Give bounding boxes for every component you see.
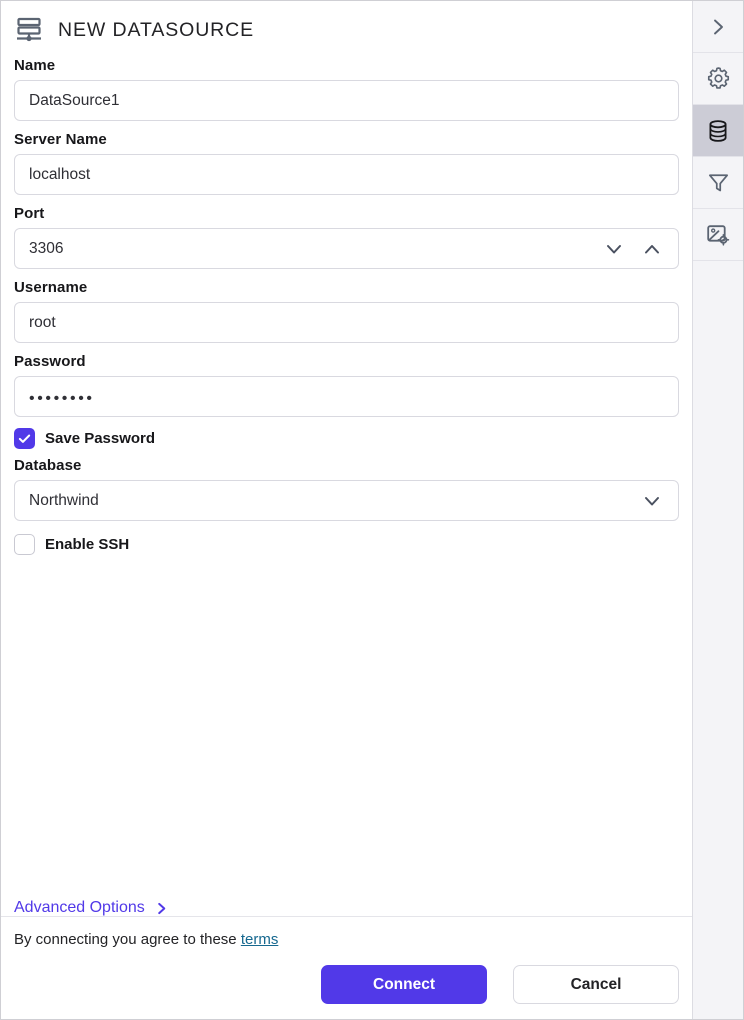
rail-item-filter[interactable]: [693, 157, 743, 209]
port-stepper: [604, 239, 664, 259]
chevron-down-icon[interactable]: [604, 239, 624, 259]
advanced-options-link[interactable]: Advanced Options: [14, 899, 168, 917]
database-select[interactable]: Northwind: [14, 480, 679, 521]
server-name-input[interactable]: localhost: [14, 154, 679, 195]
username-label: Username: [14, 279, 88, 296]
rail-item-settings[interactable]: [693, 53, 743, 105]
save-password-row[interactable]: Save Password: [14, 428, 679, 449]
port-value: 3306: [29, 239, 64, 257]
image-settings-icon: [705, 222, 731, 248]
datasource-form: Name DataSource1 Server Name localhost P…: [1, 57, 692, 555]
funnel-icon: [706, 170, 731, 195]
server-name-label: Server Name: [14, 131, 107, 148]
port-label: Port: [14, 205, 45, 222]
panel-header: NEW DATASOURCE: [1, 1, 692, 47]
terms-prefix: By connecting you agree to these: [14, 931, 237, 948]
field-username: Username root: [14, 279, 679, 343]
field-name: Name DataSource1: [14, 57, 679, 121]
password-input[interactable]: ••••••••: [14, 376, 679, 417]
cancel-button[interactable]: Cancel: [513, 965, 679, 1004]
page-title: NEW DATASOURCE: [58, 18, 255, 41]
gear-icon: [705, 65, 732, 92]
connect-button[interactable]: Connect: [321, 965, 487, 1004]
rail-item-datasource[interactable]: [693, 105, 743, 157]
datasource-stack-icon: [14, 15, 44, 45]
rail-item-expand[interactable]: [693, 1, 743, 53]
enable-ssh-row[interactable]: Enable SSH: [14, 534, 679, 555]
field-port: Port 3306: [14, 205, 679, 269]
rail-item-image-settings[interactable]: [693, 209, 743, 261]
right-rail: [692, 1, 743, 1019]
field-server-name: Server Name localhost: [14, 131, 679, 195]
password-value: ••••••••: [29, 389, 95, 407]
name-label: Name: [14, 57, 56, 74]
new-datasource-window: NEW DATASOURCE Name DataSource1 Server N…: [0, 0, 744, 1020]
advanced-options-label: Advanced Options: [14, 899, 145, 916]
password-label: Password: [14, 353, 86, 370]
enable-ssh-checkbox[interactable]: [14, 534, 35, 555]
field-database: Database Northwind: [14, 457, 679, 521]
enable-ssh-label: Enable SSH: [45, 536, 130, 553]
field-password: Password ••••••••: [14, 353, 679, 417]
username-value: root: [29, 313, 56, 331]
database-label: Database: [14, 457, 82, 474]
save-password-label: Save Password: [45, 430, 156, 447]
database-select-arrow[interactable]: [642, 491, 664, 511]
name-input[interactable]: DataSource1: [14, 80, 679, 121]
chevron-right-icon: [707, 16, 729, 38]
port-input[interactable]: 3306: [14, 228, 679, 269]
terms-link[interactable]: terms: [241, 931, 279, 948]
main-panel: NEW DATASOURCE Name DataSource1 Server N…: [1, 1, 692, 1019]
chevron-down-icon: [642, 491, 662, 511]
database-icon: [705, 118, 731, 144]
save-password-checkbox[interactable]: [14, 428, 35, 449]
username-input[interactable]: root: [14, 302, 679, 343]
chevron-right-icon: [155, 902, 168, 915]
footer-buttons: Connect Cancel: [14, 965, 679, 1004]
footer: By connecting you agree to these terms C…: [1, 916, 692, 1019]
chevron-up-icon[interactable]: [642, 239, 662, 259]
terms-line: By connecting you agree to these terms: [14, 931, 679, 948]
server-name-value: localhost: [29, 165, 91, 183]
name-value: DataSource1: [29, 91, 120, 109]
database-value: Northwind: [29, 491, 99, 509]
